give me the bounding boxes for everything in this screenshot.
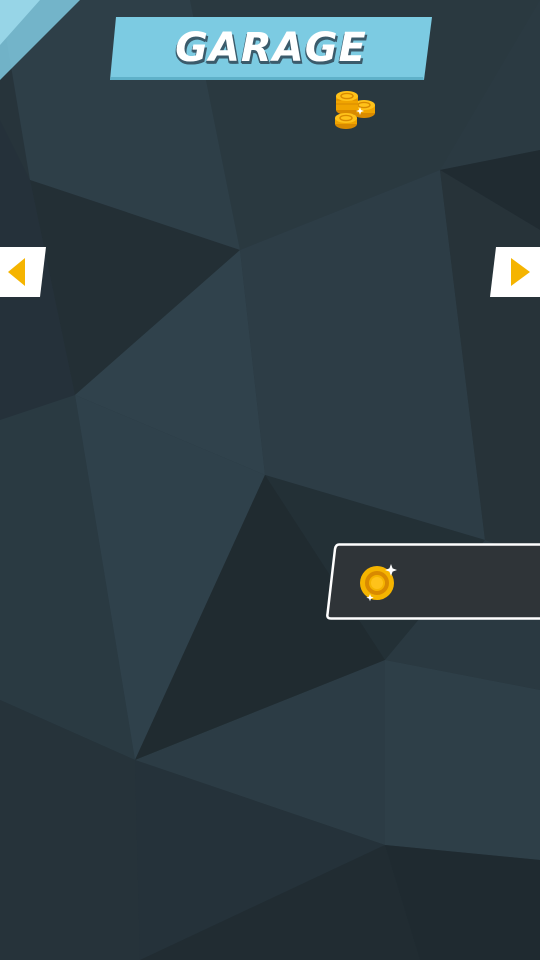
gold-coin-icon bbox=[360, 564, 397, 602]
next-car-button[interactable] bbox=[490, 247, 540, 297]
page-title: GARAGE bbox=[175, 25, 367, 71]
currency-panel bbox=[325, 543, 540, 620]
garage-screen: GARAGE bbox=[0, 0, 540, 960]
coin-stack-icon bbox=[335, 91, 375, 129]
title-banner: GARAGE bbox=[110, 17, 432, 80]
lowpoly-background bbox=[0, 0, 540, 960]
prev-car-button[interactable] bbox=[0, 247, 46, 297]
